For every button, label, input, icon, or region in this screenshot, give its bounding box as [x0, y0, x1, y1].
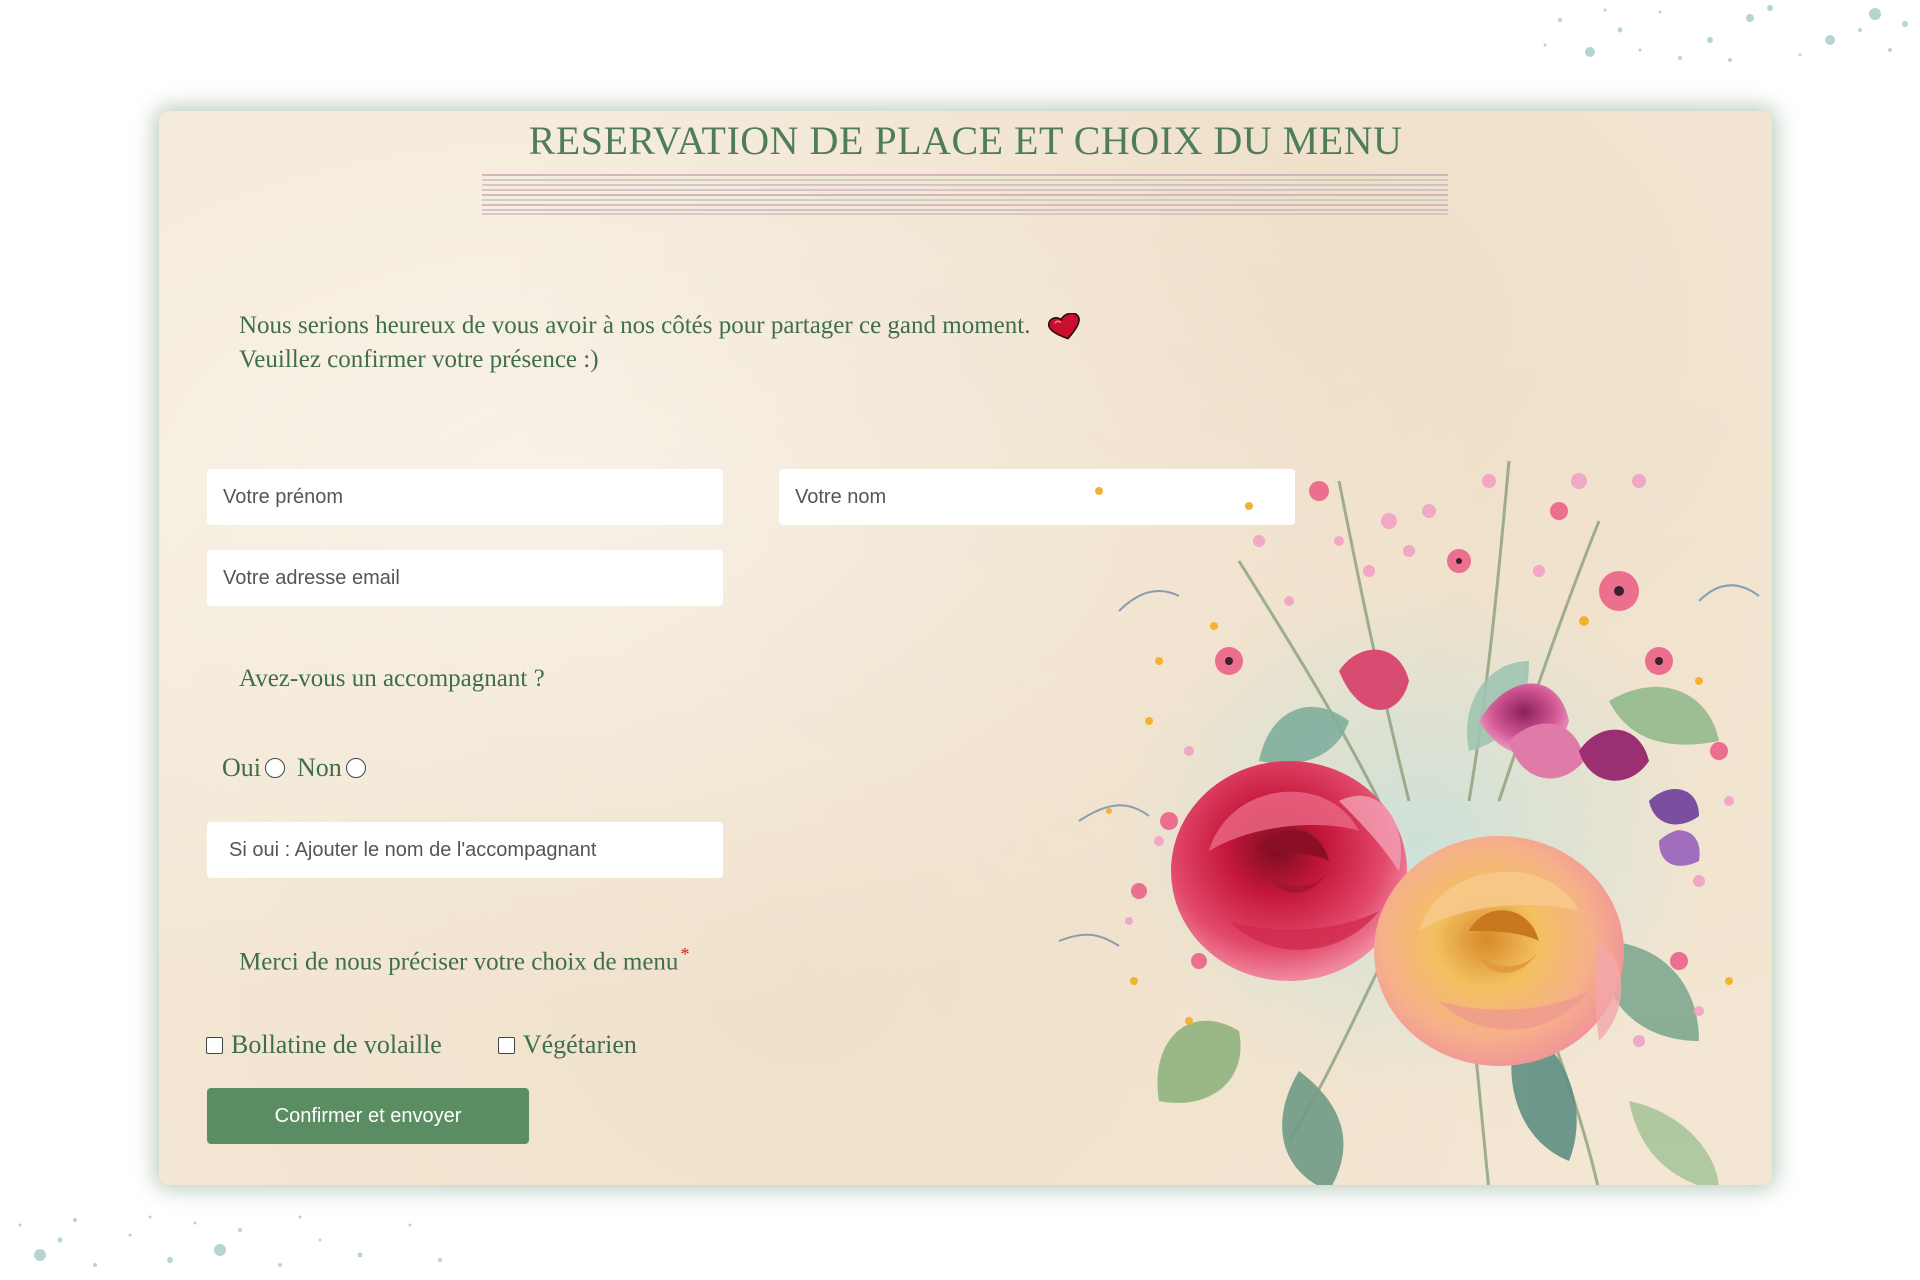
companion-name-input[interactable]	[207, 822, 723, 878]
page-title: RESERVATION DE PLACE ET CHOIX DU MENU	[528, 118, 1403, 163]
page: RESERVATION DE PLACE ET CHOIX DU MENU No…	[0, 0, 1920, 1280]
splatter-decoration-top-right	[1543, 5, 1908, 62]
intro-line-1-text: Nous serions heureux de vous avoir à nos…	[239, 312, 1031, 339]
companion-question: Avez-vous un accompagnant ?	[239, 665, 545, 692]
email-input[interactable]	[207, 550, 723, 606]
menu-option-2-checkbox[interactable]	[497, 1036, 515, 1054]
intro-text: Nous serions heureux de vous avoir à nos…	[239, 309, 1083, 377]
title-underline-decoration	[482, 174, 1448, 215]
menu-choice-group: Bollatine de volaille Végétarien	[206, 1030, 637, 1060]
menu-option-1-checkbox[interactable]	[206, 1036, 223, 1054]
flower-bouquet-illustration	[1058, 460, 1760, 1185]
yes-radio[interactable]	[265, 758, 285, 778]
heart-icon	[1047, 313, 1080, 340]
required-asterisk: *	[680, 944, 690, 964]
no-label: Non	[297, 753, 342, 782]
menu-option-1-label: Bollatine de volaille	[231, 1030, 442, 1059]
no-radio[interactable]	[345, 758, 366, 778]
menu-option-2-label: Végétarien	[522, 1030, 637, 1059]
submit-button[interactable]: Confirmer et envoyer	[207, 1088, 529, 1144]
intro-line-1: Nous serions heureux de vous avoir à nos…	[239, 309, 1083, 343]
menu-question: Merci de nous préciser votre choix de me…	[239, 944, 689, 976]
menu-question-text: Merci de nous préciser votre choix de me…	[239, 948, 679, 976]
companion-radio-group: Oui Non	[222, 753, 378, 783]
intro-line-2: Veuillez confirmer votre présence :)	[239, 346, 599, 373]
splatter-decoration-bottom-left	[18, 1215, 442, 1267]
first-name-input[interactable]	[207, 469, 723, 525]
yes-label: Oui	[222, 753, 261, 782]
reservation-card: RESERVATION DE PLACE ET CHOIX DU MENU No…	[159, 111, 1772, 1185]
